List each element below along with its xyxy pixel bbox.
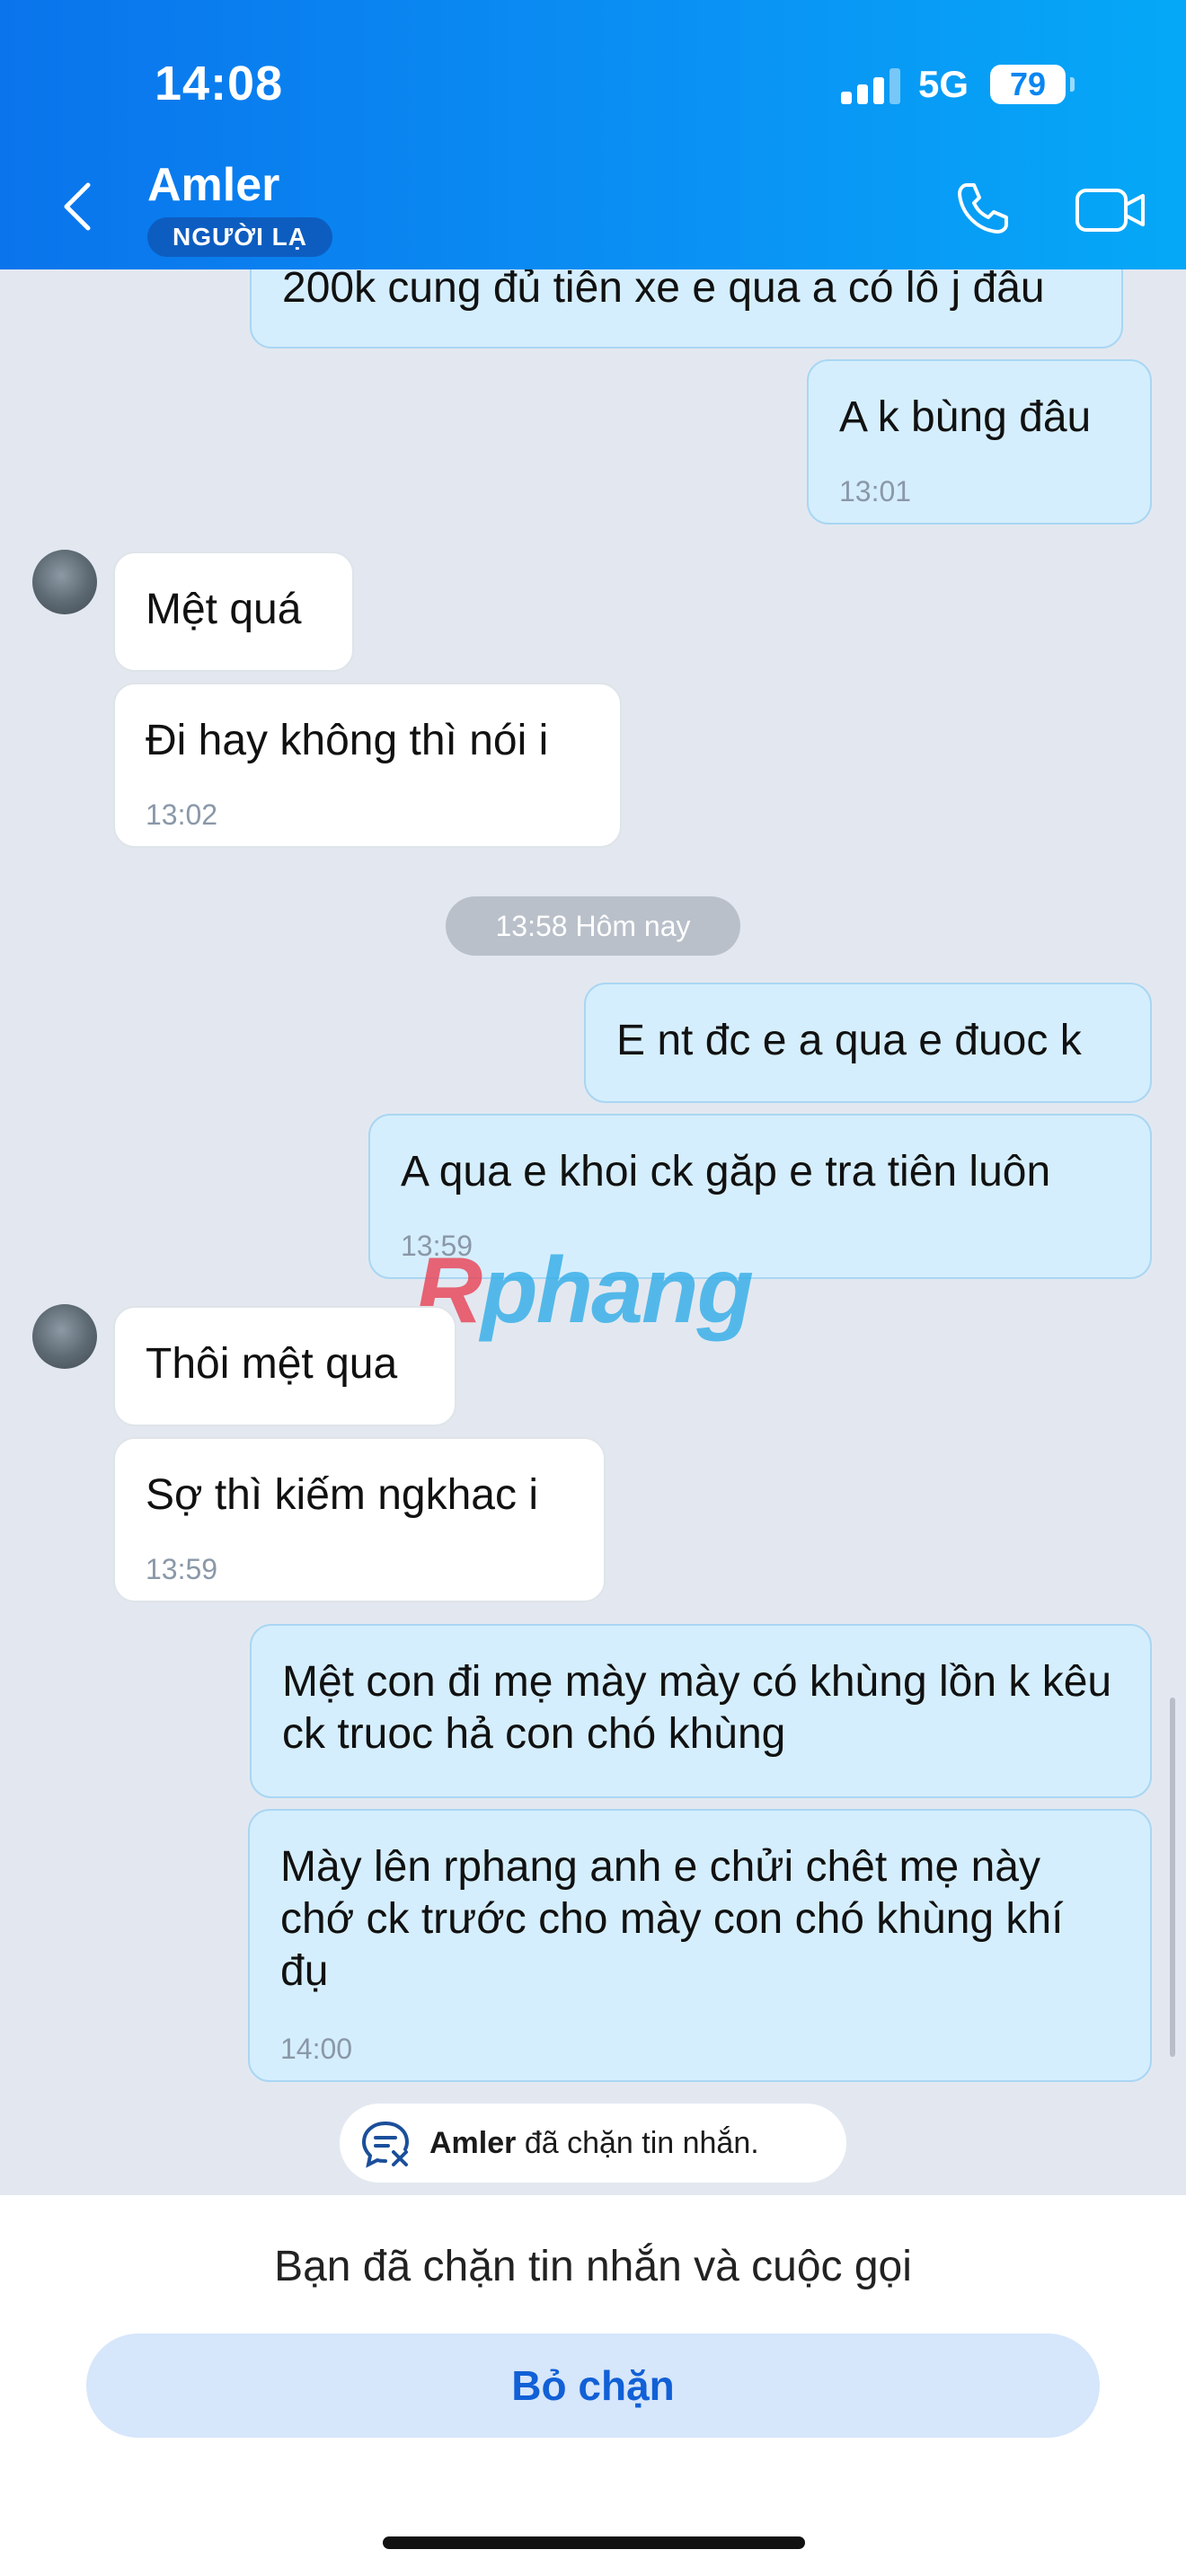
message-bubble-incoming[interactable]: Đi hay không thì nói i 13:02: [113, 683, 622, 848]
message-text: A k bùng đâu: [839, 393, 1092, 441]
blocked-message-icon: [361, 2122, 410, 2168]
message-bubble-outgoing[interactable]: A k bùng đâu 13:01: [807, 359, 1152, 525]
message-text: 200k cung đủ tiên xe e qua a có lô j đâu: [282, 264, 1045, 312]
message-text: Mệt con đi mẹ mày mày có khùng lồn k kêu…: [282, 1658, 1112, 1758]
message-text: E nt đc e a qua e đuoc k: [616, 1017, 1082, 1064]
avatar[interactable]: [32, 1304, 97, 1369]
message-time: 14:00: [280, 2033, 353, 2065]
message-time: 13:59: [146, 1553, 218, 1585]
blocked-status-text: Bạn đã chặn tin nhắn và cuộc gọi: [274, 2243, 912, 2290]
time-divider: 13:58 Hôm nay: [446, 896, 740, 956]
message-bubble-outgoing[interactable]: Mệt con đi mẹ mày mày có khùng lồn k kêu…: [250, 1624, 1152, 1798]
unblock-button[interactable]: Bỏ chặn: [86, 2333, 1100, 2438]
battery-icon: 79: [990, 65, 1075, 104]
blocked-notice: Amler đã chặn tin nhắn.: [340, 2104, 846, 2183]
message-time: 13:01: [839, 475, 912, 507]
message-text: Thôi mệt qua: [146, 1340, 398, 1388]
chat-header: 14:08 5G 79 Amler NGƯỜI LẠ: [0, 0, 1186, 269]
message-text: Mày lên rphang anh e chửi chêt mẹ này ch…: [280, 1843, 1064, 1995]
blocked-panel: Bạn đã chặn tin nhắn và cuộc gọi Bỏ chặn: [0, 2195, 1186, 2576]
contact-name[interactable]: Amler: [147, 158, 279, 212]
back-chevron-icon[interactable]: [58, 180, 97, 234]
message-bubble-incoming[interactable]: Mệt quá: [113, 551, 354, 672]
signal-icon: [841, 68, 902, 104]
message-text: Mệt quá: [146, 586, 302, 633]
message-text: Sợ thì kiếm ngkhac i: [146, 1471, 538, 1519]
phone-icon[interactable]: [954, 180, 1012, 237]
message-time: 13:02: [146, 798, 218, 831]
message-bubble-outgoing[interactable]: E nt đc e a qua e đuoc k: [584, 983, 1152, 1103]
message-bubble-incoming[interactable]: Thôi mệt qua: [113, 1306, 456, 1426]
scrollbar[interactable]: [1170, 1698, 1175, 2057]
status-time: 14:08: [155, 57, 284, 110]
watermark-logo: Rphang: [415, 1239, 754, 1343]
blocked-name: Amler: [429, 2126, 517, 2160]
avatar[interactable]: [32, 550, 97, 614]
network-type: 5G: [918, 63, 969, 105]
message-bubble-incoming[interactable]: Sợ thì kiếm ngkhac i 13:59: [113, 1437, 606, 1602]
message-text: Đi hay không thì nói i: [146, 717, 549, 764]
blocked-text: đã chặn tin nhắn.: [516, 2126, 759, 2160]
message-bubble-outgoing[interactable]: Mày lên rphang anh e chửi chêt mẹ này ch…: [248, 1809, 1152, 2082]
home-indicator[interactable]: [383, 2536, 805, 2549]
video-call-icon[interactable]: [1075, 185, 1146, 235]
message-text: A qua e khoi ck găp e tra tiên luôn: [401, 1148, 1051, 1195]
stranger-badge: NGƯỜI LẠ: [147, 217, 332, 257]
